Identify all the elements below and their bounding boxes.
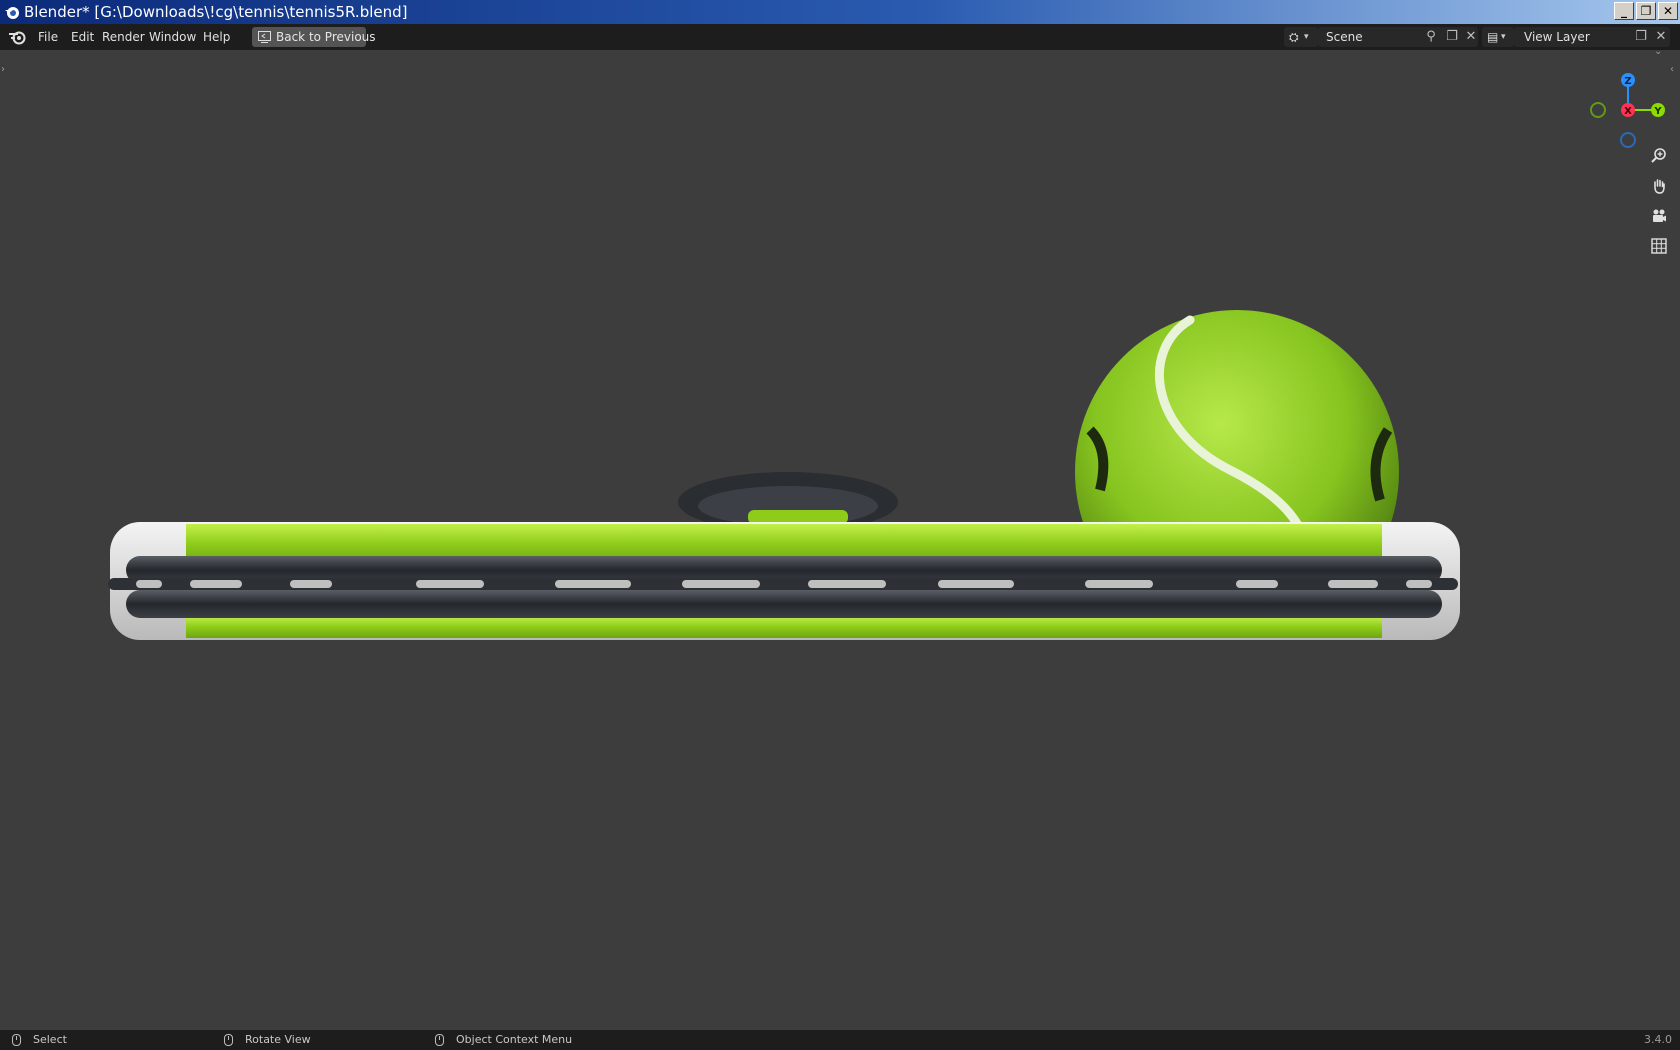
status-context-menu: Object Context Menu	[435, 1030, 572, 1050]
new-scene-icon[interactable]: ❐	[1441, 27, 1463, 47]
minimize-button[interactable]: _	[1614, 2, 1634, 20]
render-layer-icon: ▤	[1487, 30, 1499, 44]
svg-text:X: X	[1624, 106, 1632, 117]
view-layer-type-dropdown[interactable]: ▤ ▾	[1482, 27, 1514, 47]
scene-icon: ⛭	[1289, 30, 1299, 44]
blender-logo-icon[interactable]	[8, 29, 26, 45]
menu-window[interactable]: Window	[143, 27, 202, 47]
3d-viewport[interactable]: › ‹ ⌄ Z Y X	[0, 46, 1680, 1030]
status-rotate-view: Rotate View	[224, 1030, 311, 1050]
svg-text:Z: Z	[1624, 76, 1631, 87]
gizmo-y-axis[interactable]: Y	[1651, 103, 1665, 117]
back-to-previous-label: Back to Previous	[276, 30, 376, 44]
blender-version: 3.4.0	[1644, 1033, 1672, 1046]
chevron-down-icon: ▾	[1501, 32, 1506, 42]
menu-edit[interactable]: Edit	[65, 27, 100, 47]
status-context-menu-label: Object Context Menu	[456, 1033, 573, 1046]
menu-help[interactable]: Help	[197, 27, 236, 47]
top-menu-bar: File Edit Render Window Help Back to Pre…	[0, 24, 1680, 50]
viewport-scene	[108, 310, 1460, 640]
back-to-previous-button[interactable]: Back to Previous	[252, 27, 376, 47]
delete-view-layer-icon[interactable]: ✕	[1652, 27, 1670, 47]
view-layer-name: View Layer	[1524, 30, 1590, 44]
mouse-left-icon	[12, 1034, 21, 1046]
hand-pan-icon[interactable]	[1647, 174, 1671, 198]
pin-icon[interactable]: ⚲	[1420, 27, 1442, 47]
camera-icon[interactable]	[1647, 204, 1671, 228]
status-select: Select	[12, 1030, 67, 1050]
ortho-grid-icon[interactable]	[1647, 234, 1671, 258]
status-rotate-label: Rotate View	[245, 1033, 311, 1046]
chevron-down-icon: ▾	[1304, 32, 1309, 42]
new-view-layer-icon[interactable]: ❐	[1630, 27, 1652, 47]
blender-app-icon	[5, 7, 19, 19]
status-select-label: Select	[33, 1033, 67, 1046]
close-button[interactable]: ✕	[1658, 2, 1678, 20]
delete-scene-icon[interactable]: ✕	[1462, 27, 1480, 47]
status-bar: Select Rotate View Object Context Menu 3…	[0, 1030, 1680, 1050]
zoom-icon[interactable]	[1647, 144, 1671, 168]
screen-back-icon	[258, 31, 271, 43]
mouse-middle-icon	[224, 1034, 233, 1046]
window-title-bar: Blender* [G:\Downloads\!cg\tennis\tennis…	[0, 0, 1680, 24]
maximize-button[interactable]: ❐	[1636, 2, 1656, 20]
gizmo-x-axis[interactable]: X	[1621, 103, 1635, 117]
svg-text:Y: Y	[1653, 106, 1662, 117]
mouse-right-icon	[435, 1034, 444, 1046]
window-title: Blender* [G:\Downloads\!cg\tennis\tennis…	[24, 3, 408, 21]
menu-file[interactable]: File	[32, 27, 64, 47]
scene-name: Scene	[1326, 30, 1363, 44]
gizmo-z-axis[interactable]: Z	[1621, 73, 1635, 87]
tennis-racket	[108, 522, 1460, 640]
scene-type-dropdown[interactable]: ⛭ ▾	[1284, 27, 1318, 47]
